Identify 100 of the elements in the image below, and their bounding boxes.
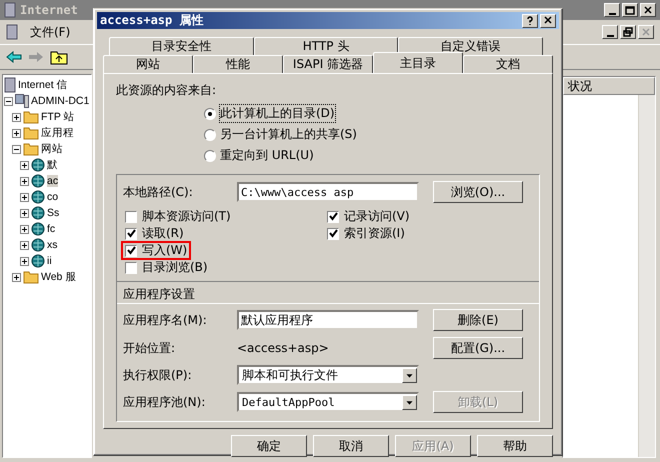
close-icon xyxy=(640,26,652,38)
expand-toggle[interactable] xyxy=(20,160,29,170)
tree-item[interactable]: ADMIN-DC1 xyxy=(31,95,90,107)
expand-toggle[interactable] xyxy=(20,224,29,234)
maximize-icon xyxy=(624,4,636,16)
scrollbar[interactable] xyxy=(638,95,655,457)
radio-label: 此计算机上的目录(D) xyxy=(220,105,335,122)
help-button[interactable] xyxy=(522,14,538,28)
column-header[interactable]: 状况 xyxy=(563,77,655,95)
checkbox[interactable] xyxy=(125,210,137,222)
checkbox[interactable] xyxy=(125,262,137,274)
tree-item[interactable]: 默 xyxy=(47,158,58,172)
field-label: 应用程序名(M): xyxy=(123,312,208,328)
expand-toggle[interactable] xyxy=(12,112,21,122)
minimize-button[interactable] xyxy=(602,25,618,39)
tab[interactable]: 自定义错误 xyxy=(398,37,544,55)
radio-button[interactable] xyxy=(204,108,216,120)
checkbox[interactable] xyxy=(125,228,137,240)
minimize-button[interactable] xyxy=(604,3,620,17)
field-label: 应用程序池(N): xyxy=(123,394,206,410)
tree-item[interactable]: ac xyxy=(47,175,58,187)
tab[interactable]: ISAPI 筛选器 xyxy=(283,55,373,73)
minimize-icon xyxy=(606,34,614,36)
collapse-toggle[interactable] xyxy=(12,144,21,154)
tree-item[interactable]: Ss xyxy=(47,207,60,219)
field-label: 本地路径(C): xyxy=(123,184,194,200)
close-icon xyxy=(642,4,654,16)
checkbox-label: 写入(W) xyxy=(142,242,188,259)
configure-button[interactable]: 配置(G)... xyxy=(433,337,523,359)
section-heading: 应用程序设置 xyxy=(123,287,195,301)
tree-item[interactable]: 网站 xyxy=(41,142,63,156)
dialog-button[interactable]: 帮助 xyxy=(477,435,553,457)
window-title: Internet xyxy=(20,3,78,17)
field-label: 执行权限(P): xyxy=(123,366,193,384)
dialog-button[interactable]: 取消 xyxy=(313,435,389,457)
checkbox-label: 目录浏览(B) xyxy=(142,259,208,276)
globe-icon xyxy=(31,190,45,204)
globe-icon xyxy=(31,222,45,236)
checkbox[interactable] xyxy=(327,210,339,222)
tab[interactable]: 目录安全性 xyxy=(109,37,254,55)
expand-toggle[interactable] xyxy=(20,240,29,250)
close-button[interactable] xyxy=(540,14,556,28)
start-point-value: <access+asp> xyxy=(237,341,330,355)
dialog-title: access+asp 属性 xyxy=(100,12,204,29)
path-field[interactable]: C:\www\access asp xyxy=(237,182,419,202)
close-button[interactable] xyxy=(638,25,654,39)
checkbox[interactable] xyxy=(327,228,339,240)
checkbox[interactable] xyxy=(125,244,137,256)
globe-icon xyxy=(31,254,45,268)
tree-item[interactable]: fc xyxy=(47,223,56,235)
radio-button[interactable] xyxy=(204,150,216,162)
tab[interactable]: 文档 xyxy=(463,55,553,73)
dialog-button[interactable]: 确定 xyxy=(231,435,307,457)
checkbox-label: 脚本资源访问(T) xyxy=(142,208,231,225)
permissions-dropdown[interactable]: 脚本和可执行文件 xyxy=(237,365,419,385)
folder-up-icon[interactable] xyxy=(50,49,68,65)
expand-toggle[interactable] xyxy=(20,256,29,266)
menu-item[interactable]: 文件(F) xyxy=(26,24,74,40)
globe-icon xyxy=(31,206,45,220)
computer-icon xyxy=(15,94,29,108)
globe-icon xyxy=(31,158,45,172)
restore-button[interactable] xyxy=(620,25,636,39)
tree-item[interactable]: ii xyxy=(47,255,52,267)
expand-toggle[interactable] xyxy=(20,176,29,186)
field-label: 开始位置: xyxy=(123,340,176,356)
radio-button[interactable] xyxy=(204,128,216,140)
folder-icon xyxy=(23,126,39,140)
checkbox-label: 读取(R) xyxy=(142,225,184,242)
tree-item[interactable]: FTP 站 xyxy=(41,110,75,124)
checkbox-label: 记录访问(V) xyxy=(344,208,410,225)
folder-icon xyxy=(23,142,39,156)
remove-button[interactable]: 删除(E) xyxy=(433,309,523,331)
folder-icon xyxy=(23,270,39,284)
expand-toggle[interactable] xyxy=(12,272,21,282)
expand-toggle[interactable] xyxy=(12,128,21,138)
tree-item[interactable]: co xyxy=(47,191,58,203)
tab[interactable]: 主目录 xyxy=(373,52,463,73)
collapse-toggle[interactable] xyxy=(4,96,13,106)
browse-button[interactable]: 浏览(O)... xyxy=(433,181,523,203)
tree-item[interactable]: xs xyxy=(47,239,58,251)
expand-toggle[interactable] xyxy=(20,208,29,218)
minimize-icon xyxy=(608,12,616,14)
back-arrow-icon[interactable] xyxy=(6,51,22,63)
tab[interactable]: 网站 xyxy=(103,55,193,73)
restore-icon xyxy=(622,26,634,38)
tree-item[interactable]: 应用程 xyxy=(41,126,74,140)
radio-label: 重定向到 URL(U) xyxy=(220,147,314,164)
tree-item[interactable]: Internet 信 xyxy=(18,78,68,92)
tab[interactable]: 性能 xyxy=(193,55,283,73)
expand-toggle[interactable] xyxy=(20,192,29,202)
checkbox-label: 索引资源(I) xyxy=(344,225,405,242)
radio-label: 另一台计算机上的共享(S) xyxy=(220,126,357,143)
close-button[interactable] xyxy=(640,3,656,17)
tree-item[interactable]: Web 服 xyxy=(41,270,76,284)
app-pool-dropdown[interactable]: DefaultAppPool xyxy=(237,392,419,412)
maximize-button[interactable] xyxy=(622,3,638,17)
folder-icon xyxy=(23,110,39,124)
app-name-field[interactable]: 默认应用程序 xyxy=(237,310,419,330)
close-icon xyxy=(542,15,554,26)
tab[interactable]: HTTP 头 xyxy=(254,37,398,55)
